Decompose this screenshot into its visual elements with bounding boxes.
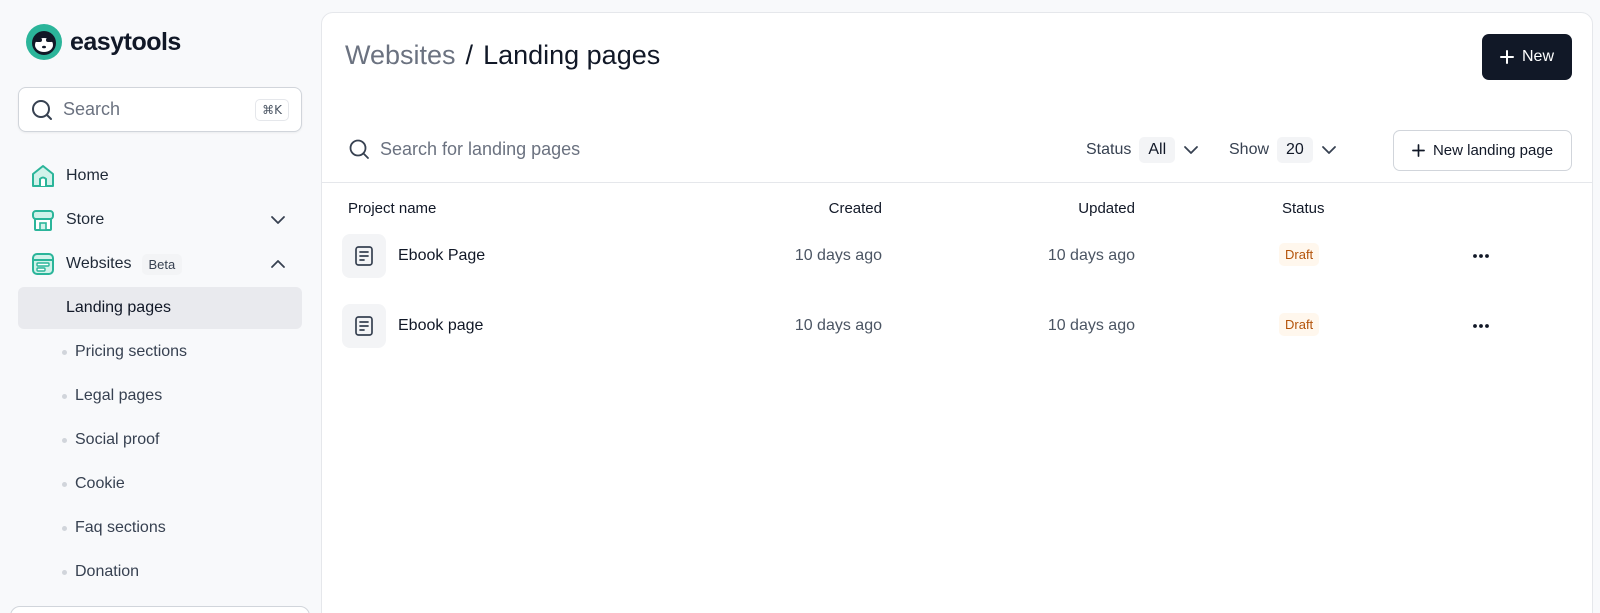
sidebar-subitem-faq-sections[interactable]: Faq sections: [18, 507, 302, 549]
status-filter-label: Status: [1086, 141, 1132, 158]
created-date: 10 days ago: [794, 247, 882, 264]
sidebar: easytools Search ⌘K Home Store Websites …: [0, 0, 320, 613]
sidebar-subitem-label: Pricing sections: [75, 343, 188, 360]
breadcrumb: Websites / Landing pages: [345, 40, 660, 71]
search-shortcut: ⌘K: [255, 98, 289, 121]
sidebar-subitem-label: Social proof: [75, 431, 160, 448]
column-header-project-name: Project name: [348, 200, 437, 217]
table-row[interactable]: Ebook Page 10 days ago 10 days ago Draft: [322, 221, 1592, 291]
sidebar-item-label: Home: [66, 167, 109, 184]
new-button-label: New: [1521, 48, 1554, 65]
new-landing-page-button[interactable]: New landing page: [1393, 130, 1572, 171]
filter-bar: Search for landing pages Status All Show…: [322, 117, 1592, 183]
sidebar-item-websites[interactable]: Websites Beta: [18, 243, 302, 285]
sidebar-subitem-pricing-sections[interactable]: Pricing sections: [18, 331, 302, 373]
sidebar-subitem-label: Landing pages: [66, 299, 171, 316]
sidebar-subitem-landing-pages[interactable]: Landing pages: [18, 287, 302, 329]
updated-date: 10 days ago: [1047, 247, 1135, 264]
more-options-icon[interactable]: [1469, 245, 1493, 267]
breadcrumb-separator: /: [465, 40, 474, 70]
sidebar-item-label: Store: [66, 211, 105, 228]
new-button[interactable]: New: [1482, 34, 1572, 80]
status-badge: Draft: [1279, 243, 1320, 266]
bullet-dot: [62, 349, 67, 355]
plus-icon: [1499, 50, 1514, 64]
sidebar-subitem-label: Faq sections: [75, 519, 166, 536]
status-filter-value: All: [1139, 137, 1176, 163]
bullet-dot: [62, 569, 67, 575]
column-header-created: Created: [828, 200, 882, 217]
sidebar-item-home[interactable]: Home: [18, 155, 302, 197]
show-filter-value: 20: [1277, 137, 1313, 163]
sidebar-search-placeholder: Search: [63, 99, 121, 119]
brand[interactable]: easytools: [26, 24, 181, 60]
sidebar-search[interactable]: Search ⌘K: [18, 87, 302, 132]
breadcrumb-parent-link[interactable]: Websites: [345, 40, 456, 71]
easytools-logo-icon: [26, 24, 62, 60]
column-header-status: Status: [1282, 200, 1325, 217]
sidebar-subitem-label: Donation: [75, 563, 140, 580]
sidebar-subitem-label: Cookie: [75, 475, 125, 492]
bullet-dot: [62, 393, 67, 399]
show-filter-label: Show: [1229, 141, 1270, 158]
sidebar-subitem-cookie[interactable]: Cookie: [18, 463, 302, 505]
project-name[interactable]: Ebook Page: [398, 247, 485, 265]
beta-badge: Beta: [141, 253, 183, 275]
home-icon: [32, 165, 54, 187]
column-header-updated: Updated: [1078, 200, 1135, 217]
bullet-dot: [62, 481, 67, 487]
chevron-down-icon: [1321, 146, 1336, 154]
plus-icon: [1412, 144, 1425, 157]
project-name[interactable]: Ebook page: [398, 317, 483, 335]
created-date: 10 days ago: [794, 317, 882, 334]
bullet-dot: [62, 437, 67, 443]
bullet-dot: [62, 525, 67, 531]
status-badge: Draft: [1279, 313, 1320, 336]
sidebar-subitem-donation[interactable]: Donation: [18, 551, 302, 593]
sidebar-item-store[interactable]: Store: [18, 199, 302, 241]
search-icon: [32, 99, 52, 120]
main-panel: Websites / Landing pages New Search for …: [321, 12, 1593, 613]
chevron-down-icon: [1184, 146, 1199, 154]
chevron-up-icon[interactable]: [270, 256, 286, 272]
sidebar-bottom-card[interactable]: [10, 606, 310, 613]
page-title: Landing pages: [483, 40, 661, 70]
updated-date: 10 days ago: [1047, 317, 1135, 334]
websites-icon: [32, 253, 54, 275]
page-document-icon: [342, 234, 386, 278]
sidebar-subitem-legal-pages[interactable]: Legal pages: [18, 375, 302, 417]
sidebar-subitem-label: Legal pages: [75, 387, 163, 404]
status-filter[interactable]: Status All: [1086, 137, 1199, 163]
chevron-down-icon[interactable]: [270, 212, 286, 228]
landing-page-search-input[interactable]: Search for landing pages: [349, 139, 580, 160]
new-landing-page-label: New landing page: [1432, 142, 1554, 159]
table-row[interactable]: Ebook page 10 days ago 10 days ago Draft: [322, 291, 1592, 361]
landing-page-search-placeholder: Search for landing pages: [380, 139, 581, 159]
sidebar-subitem-social-proof[interactable]: Social proof: [18, 419, 302, 461]
store-icon: [32, 210, 54, 231]
show-filter[interactable]: Show 20: [1229, 137, 1337, 163]
sidebar-item-label: Websites: [66, 255, 132, 272]
more-options-icon[interactable]: [1469, 315, 1493, 337]
page-document-icon: [342, 304, 386, 348]
search-icon: [349, 139, 369, 159]
brand-name: easytools: [70, 27, 181, 56]
